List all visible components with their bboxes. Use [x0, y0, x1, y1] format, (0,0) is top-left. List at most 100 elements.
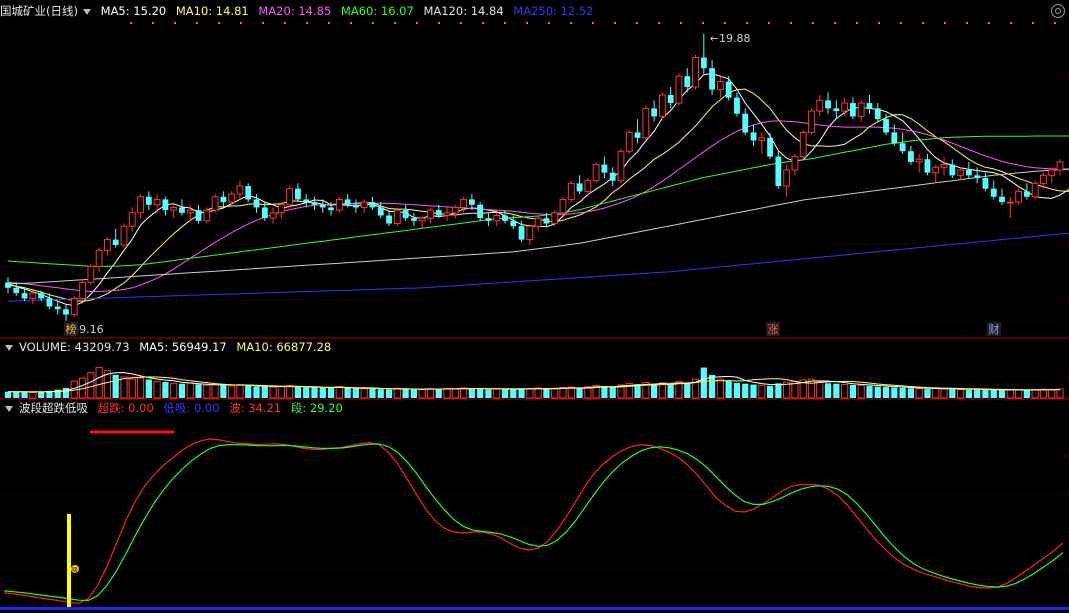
candle: [377, 202, 384, 219]
candle-body-down: [220, 196, 227, 203]
candle: [808, 108, 815, 136]
candle: [153, 194, 161, 213]
candle: [924, 153, 931, 176]
volume-bar: [924, 389, 931, 398]
top-marker-dot: [856, 22, 858, 24]
candle-body-up: [791, 156, 799, 171]
candle-body-up: [658, 94, 666, 117]
candle: [451, 204, 459, 219]
volume-bar: [211, 384, 219, 399]
volume-bar: [29, 392, 37, 399]
volume-bar: [335, 386, 343, 399]
candle-body-up: [799, 131, 807, 158]
volume-bar: [510, 389, 517, 398]
volume-bar: [700, 367, 707, 398]
volume-bar: [982, 389, 989, 398]
candle-body-up: [675, 75, 683, 104]
candle-body-down: [833, 108, 840, 112]
candle: [393, 207, 401, 227]
top-marker-dot: [1032, 22, 1034, 24]
candle-body-up: [87, 265, 95, 283]
candle: [63, 303, 69, 322]
candle: [128, 207, 136, 232]
candle-body-down: [54, 306, 61, 310]
candle-body-down: [510, 220, 517, 227]
top-marker-dot: [592, 22, 594, 24]
volume-bar: [750, 384, 757, 398]
candle: [700, 33, 707, 74]
volume-bar: [1014, 389, 1023, 399]
candle: [79, 279, 86, 302]
candle: [667, 86, 674, 109]
candle-body-up: [128, 212, 136, 227]
volume-bar: [833, 383, 840, 398]
candle: [269, 207, 277, 224]
volume-bar: [882, 387, 890, 398]
volume-bar: [1056, 388, 1064, 399]
volume-bar: [1031, 389, 1039, 399]
candle-body-down: [303, 199, 310, 203]
volume-bar: [518, 388, 525, 398]
buy-signal-glyph: 吸: [72, 567, 78, 574]
candle-body-down: [1023, 191, 1030, 197]
candle: [369, 196, 376, 211]
candle: [857, 100, 865, 122]
candle: [601, 156, 608, 178]
candle: [54, 301, 61, 315]
candle-body-up: [79, 281, 86, 300]
top-marker-dot: [548, 22, 550, 24]
candle-body-up: [418, 217, 426, 222]
volume-bar: [95, 367, 103, 399]
candle: [783, 164, 791, 197]
top-marker-dot: [526, 22, 528, 24]
volume-bar: [849, 384, 857, 398]
volume-bar: [485, 389, 492, 398]
candle-body-up: [335, 198, 343, 211]
top-marker-dot: [394, 22, 396, 24]
volume-bar: [775, 383, 782, 398]
candle: [477, 202, 484, 221]
candle: [999, 188, 1005, 205]
volume-bar: [402, 388, 409, 398]
volume-bar: [360, 388, 368, 399]
candle-body-up: [692, 56, 699, 88]
volume-bar: [170, 382, 178, 399]
candle-body-down: [965, 169, 972, 176]
volume-bar: [236, 384, 244, 399]
candle: [195, 204, 202, 224]
candle-body-down: [982, 178, 989, 189]
top-marker-dot: [130, 22, 132, 24]
volume-bar: [816, 381, 824, 399]
candle-body-up: [120, 225, 128, 246]
event-badge-1: 涨: [768, 323, 779, 336]
candle: [734, 92, 740, 117]
candle-body-up: [70, 298, 78, 316]
candle: [799, 129, 807, 160]
top-marker-dot: [438, 22, 440, 24]
candle: [825, 92, 831, 114]
candle-body-up: [95, 249, 103, 267]
candle: [974, 167, 981, 184]
volume-bar: [286, 384, 294, 399]
candle-body-down: [162, 199, 169, 211]
candle: [816, 94, 824, 117]
candle-body-up: [559, 198, 567, 214]
candle-body-down: [850, 103, 856, 117]
top-marker-dot: [834, 22, 836, 24]
stock-chart[interactable]: ←19.88←9.16榜涨财吸: [0, 0, 1069, 613]
candle-body-down: [502, 215, 508, 221]
top-marker-dot: [988, 22, 990, 24]
candle-body-up: [228, 193, 236, 203]
candle-body-down: [468, 199, 475, 205]
candle-body-up: [269, 212, 277, 219]
indicator-baseline: [0, 607, 1069, 610]
candle-body-down: [883, 119, 889, 133]
volume-bar: [684, 382, 691, 398]
candle: [716, 76, 724, 98]
volume-bar: [559, 387, 567, 399]
volume-bar: [708, 374, 716, 398]
candle: [767, 132, 773, 160]
top-marker-dot: [1054, 22, 1056, 24]
top-marker-dot: [636, 22, 638, 24]
volume-bar: [393, 387, 401, 399]
